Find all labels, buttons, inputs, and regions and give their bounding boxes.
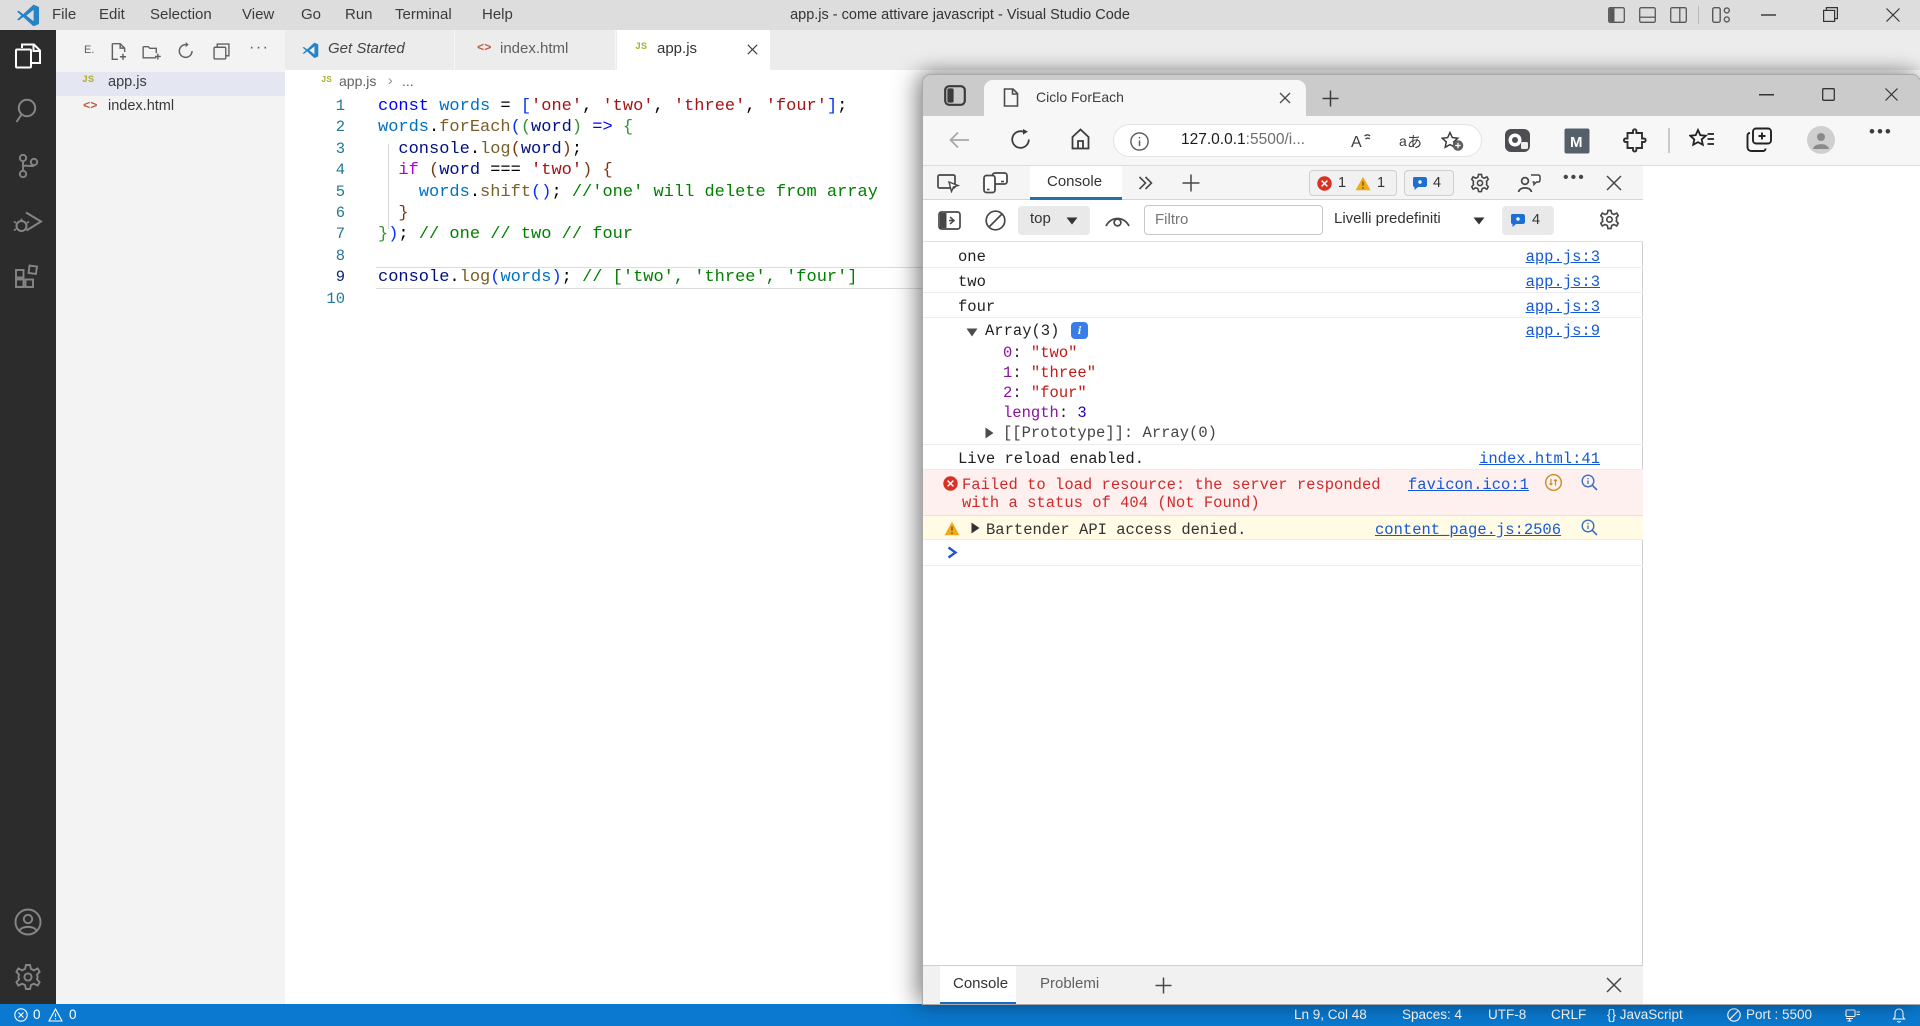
svg-text:A: A (1351, 134, 1362, 151)
svg-text:あ: あ (1407, 134, 1422, 150)
svg-text:M: M (1570, 134, 1583, 151)
svg-text:a: a (1399, 133, 1407, 149)
